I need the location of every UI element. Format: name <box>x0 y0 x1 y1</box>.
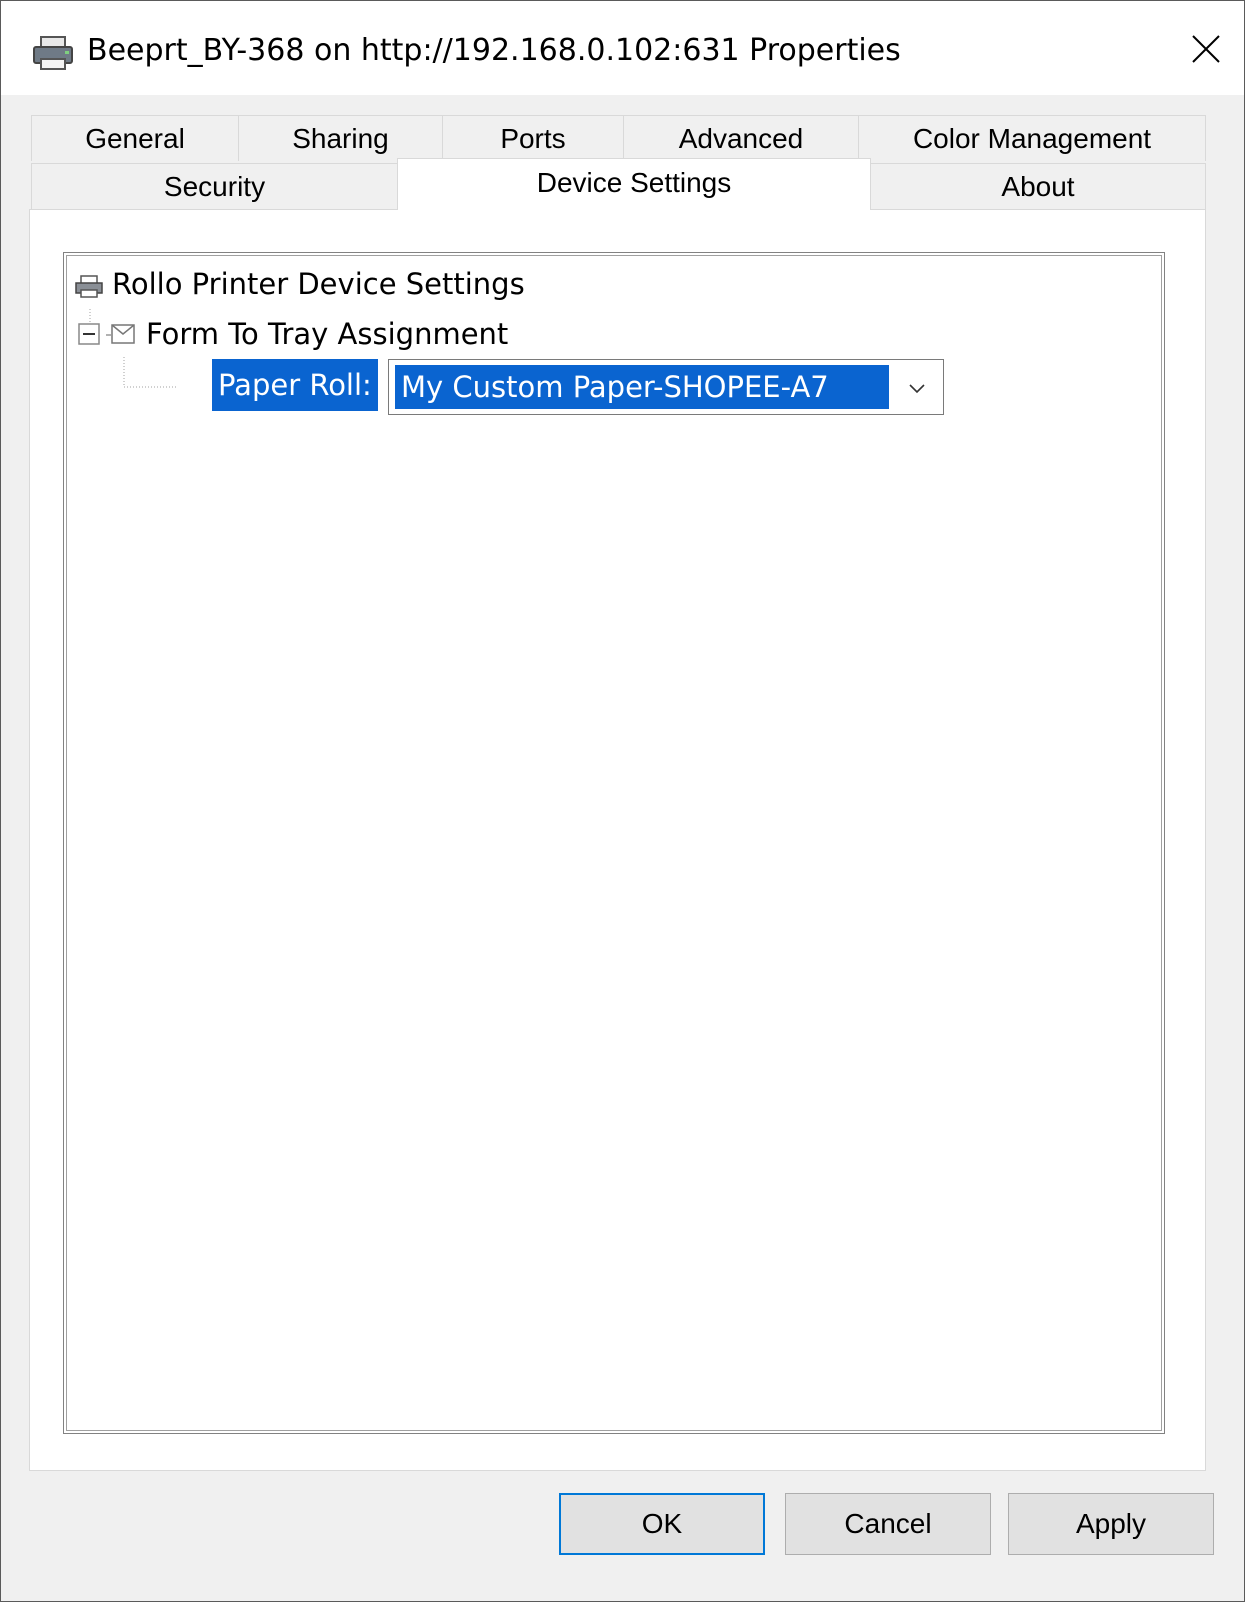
cancel-button[interactable]: Cancel <box>785 1493 991 1555</box>
close-icon <box>1192 35 1220 63</box>
tab-color-management[interactable]: Color Management <box>858 115 1206 161</box>
tree-root-label[interactable]: Rollo Printer Device Settings <box>112 267 525 301</box>
window-title: Beeprt_BY-368 on http://192.168.0.102:63… <box>87 33 901 68</box>
chevron-down-icon <box>909 384 925 394</box>
tab-security[interactable]: Security <box>31 163 398 209</box>
tab-sharing[interactable]: Sharing <box>238 115 443 161</box>
paper-roll-selected-value: My Custom Paper-SHOPEE-A7 <box>395 365 889 409</box>
title-bar[interactable]: Beeprt_BY-368 on http://192.168.0.102:63… <box>1 1 1244 95</box>
settings-tree[interactable]: Rollo Printer Device Settings Form To Tr… <box>63 252 1165 1434</box>
ok-button[interactable]: OK <box>559 1493 765 1555</box>
apply-button[interactable]: Apply <box>1008 1493 1214 1555</box>
printer-icon <box>33 36 73 70</box>
tab-ports[interactable]: Ports <box>442 115 624 161</box>
paper-roll-dropdown[interactable]: My Custom Paper-SHOPEE-A7 <box>388 359 944 415</box>
printer-icon <box>75 275 103 298</box>
tab-general[interactable]: General <box>31 115 239 161</box>
tab-device-settings[interactable]: Device Settings <box>397 158 871 210</box>
paper-roll-label[interactable]: Paper Roll: <box>212 359 378 411</box>
form-tray-icon <box>106 324 135 344</box>
tab-advanced[interactable]: Advanced <box>623 115 859 161</box>
tree-group-label[interactable]: Form To Tray Assignment <box>146 317 508 351</box>
device-settings-panel: Rollo Printer Device Settings Form To Tr… <box>29 209 1206 1471</box>
properties-dialog: Beeprt_BY-368 on http://192.168.0.102:63… <box>0 0 1245 1602</box>
tab-about[interactable]: About <box>870 163 1206 209</box>
collapse-icon[interactable] <box>78 323 100 345</box>
close-button[interactable] <box>1176 19 1236 79</box>
